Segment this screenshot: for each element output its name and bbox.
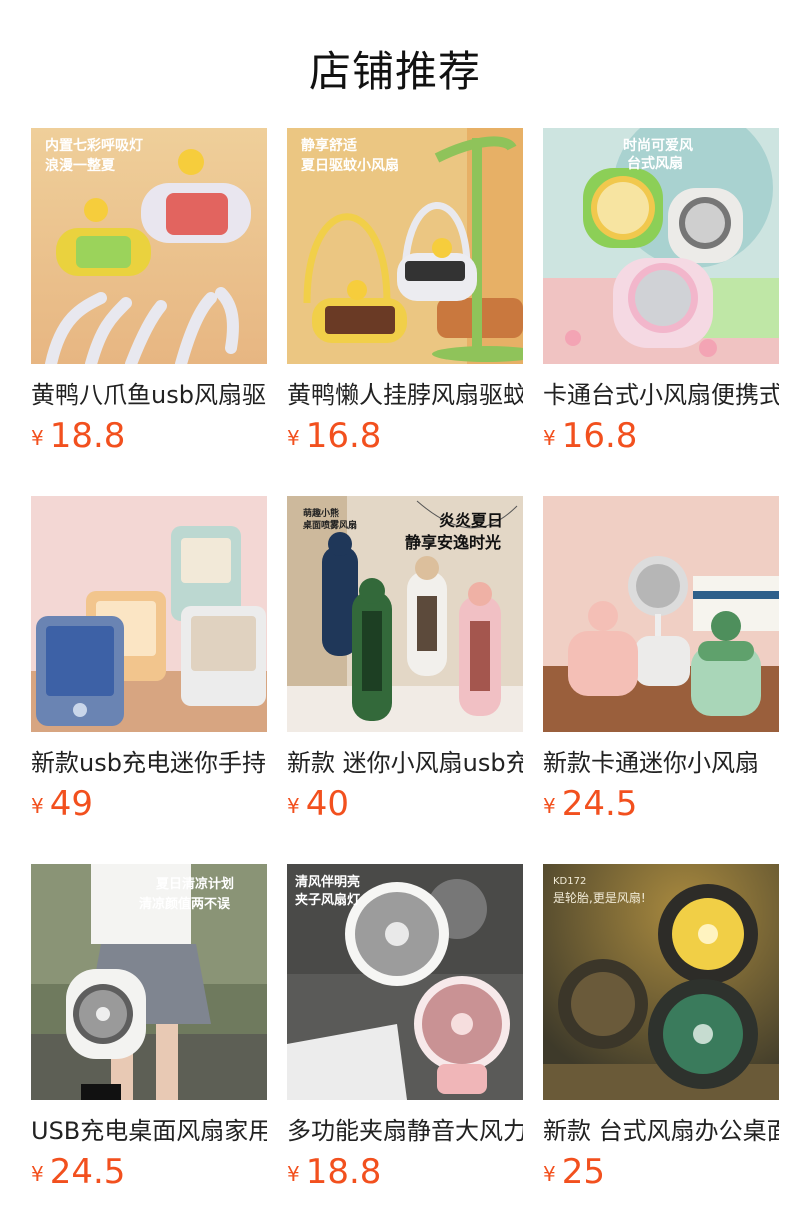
product-price: ¥40 bbox=[287, 784, 349, 828]
image-caption: 炎炎夏日 bbox=[439, 511, 503, 530]
price-value: 24.5 bbox=[49, 1152, 126, 1192]
product-price: ¥49 bbox=[31, 784, 93, 828]
product-price: ¥18.8 bbox=[31, 416, 125, 460]
currency-symbol: ¥ bbox=[287, 794, 300, 818]
currency-symbol: ¥ bbox=[287, 426, 300, 450]
currency-symbol: ¥ bbox=[31, 794, 44, 818]
price-value: 16.8 bbox=[561, 416, 638, 456]
currency-symbol: ¥ bbox=[287, 1162, 300, 1186]
product-price: ¥16.8 bbox=[543, 416, 637, 460]
image-caption: 萌趣小熊 bbox=[303, 507, 339, 519]
image-caption: 清凉颜值两不误 bbox=[139, 896, 231, 912]
image-caption: KD172 bbox=[553, 876, 586, 887]
image-caption: 浪漫一整夏 bbox=[45, 157, 116, 174]
price-value: 40 bbox=[305, 784, 349, 824]
product-image-girl-carry-fan[interactable]: 夏日清凉计划 清凉颜值两不误 bbox=[31, 864, 267, 1100]
product-price: ¥24.5 bbox=[31, 1152, 125, 1196]
image-caption: 夏日清凉计划 bbox=[155, 876, 234, 892]
image-caption: 是轮胎,更是风扇! bbox=[553, 890, 646, 905]
price-value: 18.8 bbox=[305, 1152, 382, 1192]
product-image-mini-cooler-fan[interactable] bbox=[31, 496, 267, 732]
product-name[interactable]: 新款 台式风扇办公桌面 bbox=[543, 1114, 779, 1148]
product-price: ¥25 bbox=[543, 1152, 605, 1196]
product-image-duck-octopus-fan[interactable]: 内置七彩呼吸灯 浪漫一整夏 bbox=[31, 128, 267, 364]
price-value: 16.8 bbox=[305, 416, 382, 456]
price-value: 49 bbox=[49, 784, 93, 824]
currency-symbol: ¥ bbox=[543, 1162, 556, 1186]
product-name[interactable]: 黄鸭懒人挂脖风扇驱蚊 bbox=[287, 378, 523, 412]
product-name[interactable]: USB充电桌面风扇家用 bbox=[31, 1114, 267, 1148]
product-name[interactable]: 黄鸭八爪鱼usb风扇驱蚊 bbox=[31, 378, 267, 412]
product-name[interactable]: 新款卡通迷你小风扇 bbox=[543, 746, 779, 780]
image-caption: 台式风扇 bbox=[627, 155, 683, 172]
product-name[interactable]: 新款 迷你小风扇usb充电 bbox=[287, 746, 523, 780]
currency-symbol: ¥ bbox=[543, 794, 556, 818]
image-caption: 内置七彩呼吸灯 bbox=[45, 137, 143, 154]
product-price: ¥24.5 bbox=[543, 784, 637, 828]
product-image-clip-fan-lamp[interactable]: 清风伴明亮 夹子风扇灯 bbox=[287, 864, 523, 1100]
product-price: ¥16.8 bbox=[287, 416, 381, 460]
product-price: ¥18.8 bbox=[287, 1152, 381, 1196]
image-caption: 时尚可爱风 bbox=[623, 137, 693, 154]
image-caption: 静享安逸时光 bbox=[405, 533, 501, 552]
price-value: 25 bbox=[561, 1152, 605, 1192]
price-value: 24.5 bbox=[561, 784, 638, 824]
product-image-tire-fan[interactable]: KD172 是轮胎,更是风扇! bbox=[543, 864, 779, 1100]
product-name[interactable]: 新款usb充电迷你手持 bbox=[31, 746, 267, 780]
currency-symbol: ¥ bbox=[31, 1162, 44, 1186]
image-caption: 夏日驱蚊小风扇 bbox=[301, 157, 399, 174]
currency-symbol: ¥ bbox=[31, 426, 44, 450]
image-caption: 静享舒适 bbox=[301, 137, 357, 154]
image-caption: 夹子风扇灯 bbox=[295, 892, 360, 908]
section-title: 店铺推荐 bbox=[308, 47, 481, 96]
product-name[interactable]: 多功能夹扇静音大风力 bbox=[287, 1114, 523, 1148]
product-image-pig-spray-fan[interactable] bbox=[543, 496, 779, 732]
product-name[interactable]: 卡通台式小风扇便携式 bbox=[543, 378, 779, 412]
price-value: 18.8 bbox=[49, 416, 126, 456]
product-image-duck-neck-fan[interactable]: 静享舒适 夏日驱蚊小风扇 bbox=[287, 128, 523, 364]
image-caption: 桌面喷雾风扇 bbox=[303, 519, 357, 531]
product-image-bear-tower-fan[interactable]: 萌趣小熊 桌面喷雾风扇 炎炎夏日 静享安逸时光 bbox=[287, 496, 523, 732]
image-caption: 清风伴明亮 bbox=[295, 874, 360, 890]
currency-symbol: ¥ bbox=[543, 426, 556, 450]
product-image-cartoon-desk-fan[interactable]: 时尚可爱风 台式风扇 bbox=[543, 128, 779, 364]
